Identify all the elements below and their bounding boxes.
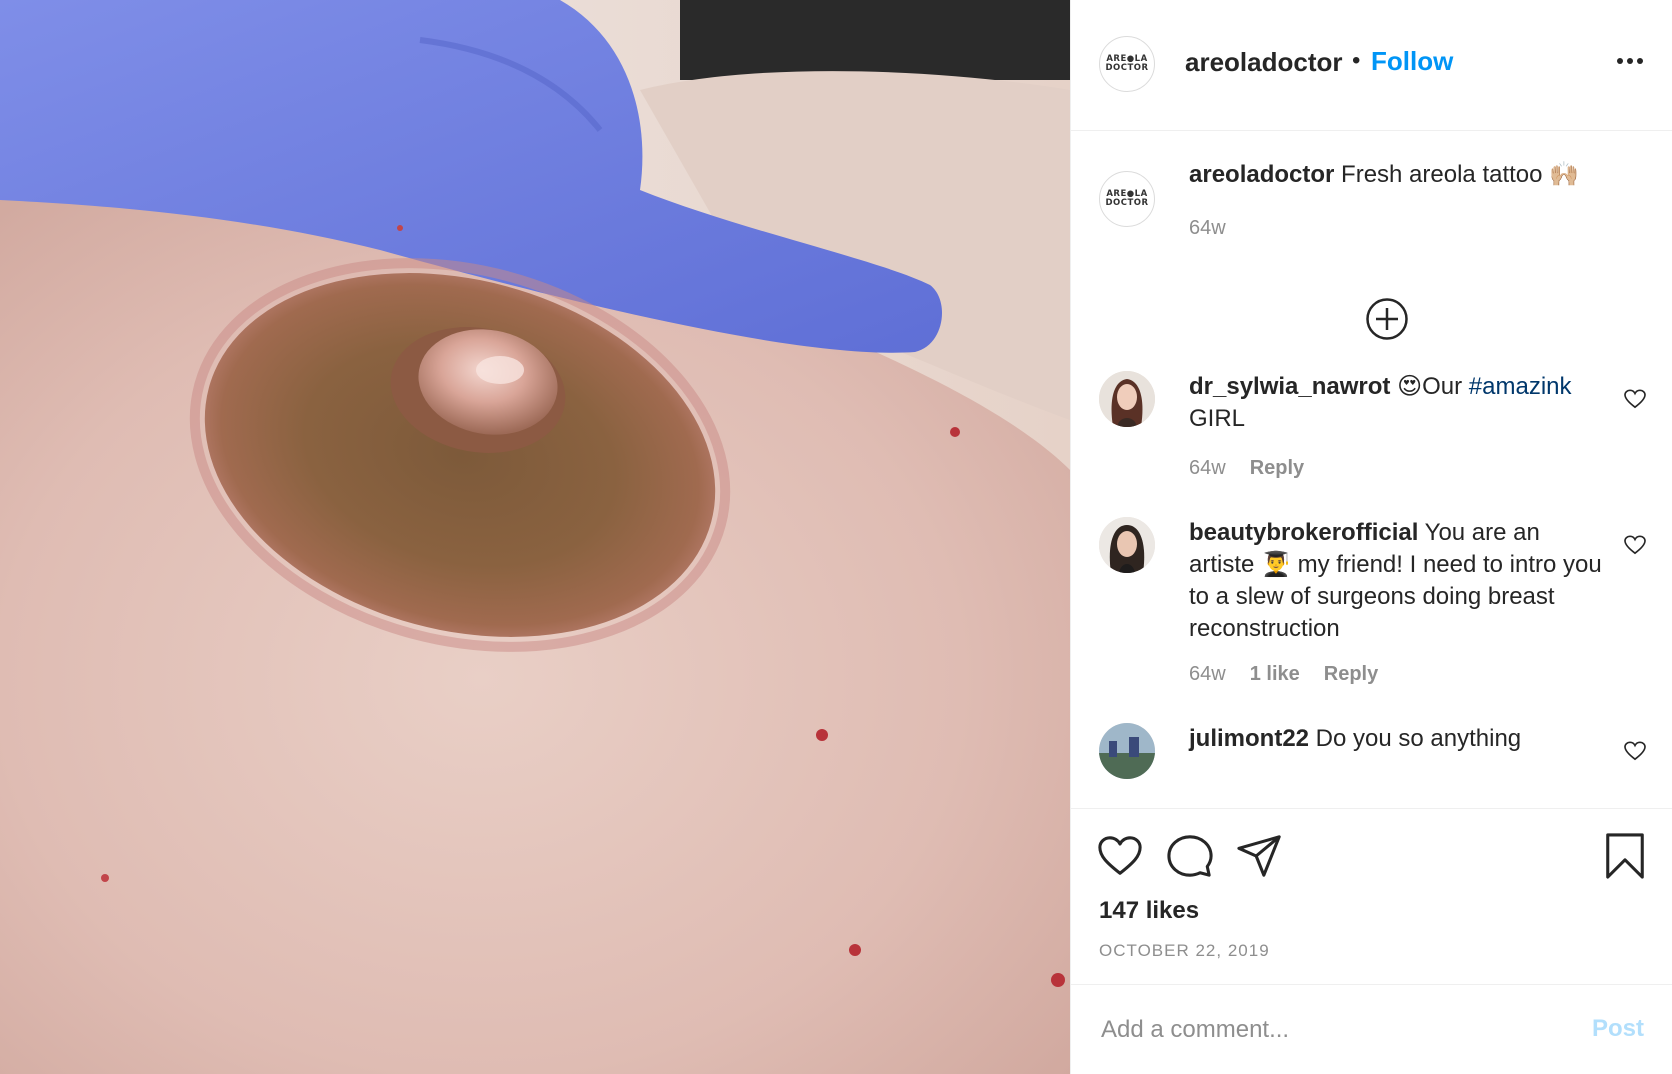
avatar-logo-bottom: DOCTOR [1105, 198, 1149, 208]
caption-text: Fresh areola tattoo 🙌🏼 [1334, 161, 1580, 188]
more-options-icon[interactable] [1616, 56, 1644, 66]
comment-username[interactable]: beautybrokerofficial [1189, 519, 1418, 546]
commenter-photo [1099, 371, 1155, 427]
comment-hashtag[interactable]: #amazink [1469, 373, 1572, 400]
comment-meta: 64w Reply [1189, 457, 1304, 480]
comment-time[interactable]: 64w [1189, 663, 1226, 686]
caption: areoladoctor Fresh areola tattoo 🙌🏼 [1189, 159, 1602, 191]
comment: beautybrokerofficial You are an artiste … [1189, 517, 1602, 645]
post-header: ARE●LA DOCTOR areoladoctor • Follow [1071, 0, 1672, 131]
commenter-avatar[interactable] [1099, 723, 1155, 779]
like-comment-heart-icon[interactable] [1624, 389, 1646, 409]
reply-button[interactable]: Reply [1324, 663, 1378, 686]
header-separator: • [1352, 47, 1361, 74]
post-actions: 147 likes OCTOBER 22, 2019 [1071, 808, 1672, 984]
likes-count[interactable]: 147 likes [1099, 897, 1199, 925]
comment-username[interactable]: dr_sylwia_nawrot [1189, 373, 1390, 400]
comment-bubble-icon[interactable] [1167, 833, 1213, 879]
post-side-panel: ARE●LA DOCTOR areoladoctor • Follow ARE●… [1070, 0, 1672, 1074]
comment-text: 😍Our [1390, 373, 1469, 400]
instagram-post: ARE●LA DOCTOR areoladoctor • Follow ARE●… [0, 0, 1672, 1074]
comment-text: Do you so anything [1309, 725, 1522, 752]
add-comment-bar: Post [1071, 984, 1672, 1074]
comment-time[interactable]: 64w [1189, 457, 1226, 480]
caption-time[interactable]: 64w [1189, 217, 1226, 240]
comment: julimont22 Do you so anything [1189, 723, 1602, 755]
author-username[interactable]: areoladoctor [1185, 47, 1343, 78]
like-comment-heart-icon[interactable] [1624, 535, 1646, 555]
comments-list[interactable]: ARE●LA DOCTOR areoladoctor Fresh areola … [1071, 131, 1672, 809]
follow-button[interactable]: Follow [1371, 46, 1453, 77]
reply-button[interactable]: Reply [1250, 457, 1304, 480]
like-comment-heart-icon[interactable] [1624, 741, 1646, 761]
commenter-avatar[interactable] [1099, 371, 1155, 427]
comment-username[interactable]: julimont22 [1189, 725, 1309, 752]
comment-text-end: GIRL [1189, 405, 1246, 432]
share-paper-plane-icon[interactable] [1237, 833, 1283, 879]
caption-meta: 64w [1189, 217, 1226, 240]
comment-meta: 64w 1 like Reply [1189, 663, 1378, 686]
comment-likes[interactable]: 1 like [1250, 663, 1300, 686]
save-bookmark-icon[interactable] [1602, 833, 1648, 879]
post-photo[interactable] [0, 0, 1070, 1074]
commenter-avatar[interactable] [1099, 517, 1155, 573]
like-heart-icon[interactable] [1097, 833, 1143, 879]
comment: dr_sylwia_nawrot 😍Our #amazink GIRL [1189, 371, 1602, 435]
caption-author-avatar[interactable]: ARE●LA DOCTOR [1099, 171, 1155, 227]
avatar-logo-bottom: DOCTOR [1105, 63, 1149, 73]
post-photo-illustration [0, 0, 1070, 1074]
post-date[interactable]: OCTOBER 22, 2019 [1099, 941, 1270, 961]
post-comment-button[interactable]: Post [1592, 1015, 1644, 1043]
load-more-comments-icon[interactable] [1365, 297, 1409, 341]
caption-username[interactable]: areoladoctor [1189, 161, 1334, 188]
commenter-photo [1099, 723, 1155, 779]
commenter-photo [1099, 517, 1155, 573]
author-avatar[interactable]: ARE●LA DOCTOR [1099, 36, 1155, 92]
add-comment-input[interactable] [1099, 1011, 1543, 1049]
